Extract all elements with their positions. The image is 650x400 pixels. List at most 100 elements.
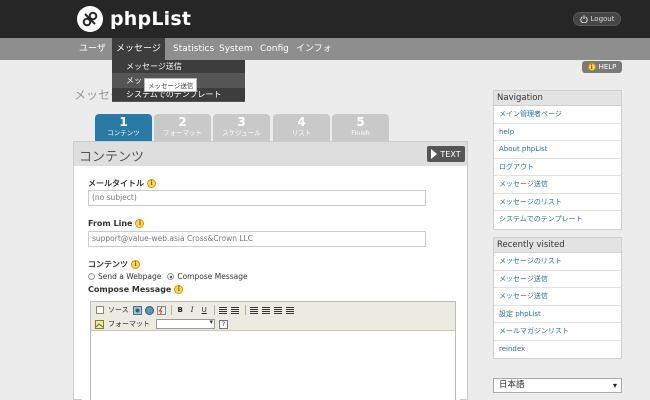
wizard-tab-content[interactable]: 1 コンテンツ (95, 114, 152, 141)
info-icon[interactable]: i (131, 260, 140, 269)
text-button[interactable]: TEXT (427, 146, 465, 162)
rich-text-editor: ソース B I U フォーマット ▾ ? (90, 301, 456, 400)
mail-title-label: メールタイトル i (88, 178, 156, 189)
navigation-title: Navigation (494, 91, 621, 106)
toolbar-divider (213, 305, 215, 315)
panel-title: コンテンツ (79, 150, 145, 165)
wizard-tab-label: スケジュール (222, 129, 261, 137)
nav-item-info[interactable]: インフォ (292, 38, 336, 60)
mail-title-input[interactable]: (no subject) (88, 190, 426, 206)
radio-label: Compose Message (177, 272, 248, 281)
logout-button[interactable]: Logout (573, 12, 621, 26)
align-left-icon[interactable] (249, 305, 260, 316)
radio-label: Send a Webpage (98, 272, 162, 281)
content-label-text: コンテンツ (88, 260, 128, 269)
radio-compose-message[interactable]: Compose Message (167, 272, 248, 281)
wizard-tab-label: リスト (291, 129, 312, 137)
compose-message-label-text: Compose Message (88, 285, 172, 294)
panel-header: コンテンツ TEXT (74, 142, 467, 166)
wizard-tab-finish[interactable]: 5 Finish (332, 114, 389, 141)
language-select[interactable]: 日本語 (493, 378, 622, 393)
align-right-icon[interactable] (273, 305, 284, 316)
content-label: コンテンツ i (88, 259, 140, 270)
recent-link[interactable]: メッセージのリスト (494, 253, 621, 271)
nav-link-about[interactable]: About phpList (494, 141, 621, 159)
nav-link-logout[interactable]: ログアウト (494, 159, 621, 176)
content-form: メールタイトル i (no subject) From Line i suppo… (82, 172, 460, 400)
power-icon (579, 15, 588, 23)
image-icon[interactable] (132, 305, 143, 316)
content-type-radios: Send a Webpage Compose Message (88, 272, 254, 281)
editor-toolbar-row: フォーマット ? (94, 318, 230, 330)
editor-toolbar-row: ソース B I U (94, 304, 297, 316)
radio-send-webpage[interactable]: Send a Webpage (88, 272, 161, 281)
nav-item-config[interactable]: Config (256, 38, 293, 60)
phplist-logo[interactable]: phpList (77, 5, 191, 33)
main-nav: ユーザ メッセージ Statistics System Config インフォ (0, 38, 650, 60)
navigation-box: Navigation メイン管理者ページ help About phpList … (493, 90, 622, 230)
dropdown-item-send-message[interactable]: メッセージ送信 (112, 60, 245, 74)
nav-link-main-admin[interactable]: メイン管理者ページ (494, 106, 621, 124)
from-line-label-text: From Line (88, 219, 133, 228)
toolbar-divider (170, 305, 172, 315)
wizard-tab-number: 3 (237, 115, 246, 129)
source-button[interactable]: ソース (106, 305, 131, 316)
nav-item-statistics[interactable]: Statistics (169, 38, 218, 60)
phplist-logo-icon (77, 6, 103, 32)
bulleted-list-icon[interactable] (230, 305, 241, 316)
info-icon[interactable]: i (174, 285, 184, 294)
info-icon[interactable]: i (135, 219, 145, 228)
from-line-input[interactable]: support@value-web.asia Cross&Crown LLC (88, 231, 426, 247)
wizard-tab-schedule[interactable]: 3 スケジュール (213, 114, 270, 141)
wizard-tab-number: 5 (356, 115, 365, 129)
italic-button[interactable]: I (187, 305, 198, 316)
recently-visited-box: Recently visited メッセージのリスト メッセージ送信 メッセージ… (493, 237, 622, 359)
mail-title-label-text: メールタイトル (88, 179, 144, 188)
align-center-icon[interactable] (261, 305, 272, 316)
wizard-tab-number: 1 (119, 115, 128, 129)
nav-item-messages[interactable]: メッセージ (112, 38, 165, 60)
play-icon (431, 149, 438, 159)
nav-item-users[interactable]: ユーザ (75, 38, 110, 60)
recently-visited-title: Recently visited (494, 238, 621, 253)
globe-icon[interactable] (144, 305, 155, 316)
hover-tooltip: メッセージ送信 (144, 78, 198, 92)
flash-icon[interactable] (156, 305, 167, 316)
editor-content-area[interactable] (91, 332, 455, 400)
align-justify-icon[interactable] (285, 305, 296, 316)
editor-toolbar: ソース B I U フォーマット ▾ ? (91, 302, 455, 331)
recent-link[interactable]: メールマガジンリスト (494, 323, 621, 341)
nav-link-send-message[interactable]: メッセージ送信 (494, 176, 621, 194)
bold-button[interactable]: B (175, 305, 186, 316)
wizard-tab-format[interactable]: 2 フォーマット (154, 114, 211, 141)
recent-link[interactable]: メッセージ送信 (494, 271, 621, 288)
help-icon[interactable]: ? (218, 319, 229, 330)
source-icon[interactable] (94, 305, 105, 316)
wizard-tab-label: コンテンツ (107, 129, 140, 137)
brand-name: phpList (110, 8, 192, 30)
format-label: フォーマット (108, 320, 150, 328)
nav-item-system[interactable]: System (215, 38, 257, 60)
nav-link-message-list[interactable]: メッセージのリスト (494, 194, 621, 211)
info-icon[interactable]: i (147, 179, 156, 188)
wizard-tab-lists[interactable]: 4 リスト (273, 114, 330, 141)
nav-link-help[interactable]: help (494, 124, 621, 141)
help-button[interactable]: i HELP (582, 61, 622, 73)
numbered-list-icon[interactable] (218, 305, 229, 316)
recent-link[interactable]: メッセージ送信 (494, 288, 621, 306)
radio-button[interactable] (88, 273, 95, 280)
insert-image-icon[interactable] (94, 319, 105, 330)
recent-link[interactable]: reindex (494, 341, 621, 359)
compose-message-label: Compose Message i (88, 285, 184, 294)
help-label: HELP (598, 63, 617, 71)
underline-button[interactable]: U (199, 305, 210, 316)
format-select[interactable] (156, 318, 215, 329)
nav-link-templates[interactable]: システムでのテンプレート (494, 211, 621, 229)
wizard-tab-label: Finish (351, 129, 370, 137)
radio-button[interactable] (167, 273, 175, 280)
wizard-tab-number: 2 (178, 115, 187, 129)
wizard-tab-label: フォーマット (163, 129, 202, 137)
toolbar-divider (244, 305, 246, 315)
recent-link[interactable]: 設定 phpList (494, 306, 621, 323)
info-icon: i (587, 63, 596, 71)
